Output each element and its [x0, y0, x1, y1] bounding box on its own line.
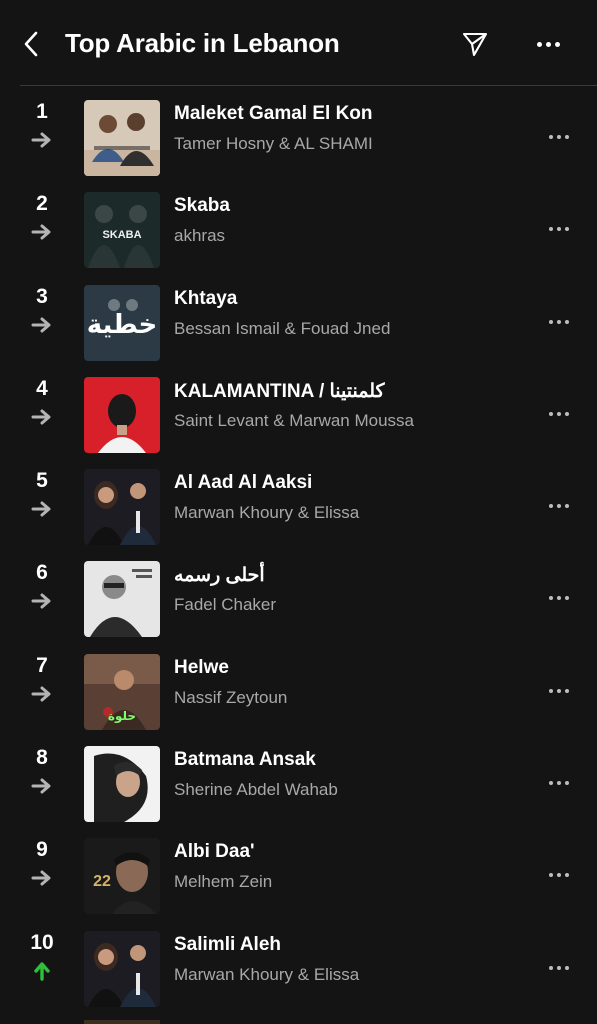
more-horizontal-icon	[549, 688, 569, 693]
album-art	[84, 746, 160, 823]
album-art	[84, 561, 160, 638]
arrow-right-icon	[30, 867, 54, 889]
album-art-text: SKABA	[102, 229, 141, 241]
track-more-button[interactable]	[538, 214, 580, 244]
track-row[interactable]: 5 Al Aad Al Aaksi Marwan Khoury & Elissa	[0, 461, 597, 553]
rank-number: 3	[36, 284, 48, 308]
more-horizontal-icon	[549, 227, 569, 232]
album-art: 22	[84, 838, 160, 915]
arrow-up-icon	[30, 960, 54, 982]
track-row[interactable]: 9 22 Albi Daa' Melhem Zein	[0, 830, 597, 922]
album-art	[84, 930, 160, 1007]
track-row[interactable]: 1 Maleket Gamal El Kon Tamer Hosny & AL …	[0, 92, 597, 184]
track-more-button[interactable]	[538, 583, 580, 613]
rank-number: 9	[36, 838, 48, 862]
album-art-text: خطية	[87, 310, 157, 340]
track-more-button[interactable]	[538, 953, 580, 983]
more-horizontal-icon	[549, 965, 569, 970]
track-row[interactable]: 2 SKABA Skaba akhras	[0, 184, 597, 276]
rank-number: 6	[36, 561, 48, 585]
track-artist: Saint Levant & Marwan Moussa	[174, 410, 415, 430]
arrow-right-icon	[30, 498, 54, 520]
share-button[interactable]	[458, 28, 492, 60]
arrow-right-icon	[30, 314, 54, 336]
track-artist: Tamer Hosny & AL SHAMI	[174, 134, 373, 153]
track-row[interactable]: 10 Salimli Aleh Marwan Khoury & Elissa	[0, 923, 597, 1015]
more-horizontal-icon	[549, 319, 569, 324]
track-more-button[interactable]	[538, 768, 580, 798]
track-artist: Bessan Ismail & Fouad Jned	[174, 318, 391, 338]
more-horizontal-icon	[549, 596, 569, 601]
track-title: Khtaya	[174, 287, 238, 309]
track-title: Albi Daa'	[174, 841, 255, 863]
arrow-right-icon	[30, 406, 54, 428]
track-list: 1 Maleket Gamal El Kon Tamer Hosny & AL …	[0, 92, 597, 1015]
track-artist: Melhem Zein	[174, 872, 273, 892]
track-row[interactable]: 8 Batmana Ansak Sherine Abdel Wahab	[0, 738, 597, 830]
track-more-button[interactable]	[538, 122, 580, 152]
album-art: حلوة	[84, 653, 160, 730]
track-title: Al Aad Al Aaksi	[174, 472, 313, 494]
track-row[interactable]: 3 خطية Khtaya Bessan Ismail & Fouad Jned	[0, 277, 597, 369]
header: Top Arabic in Lebanon	[0, 0, 597, 86]
album-art-text: 22	[93, 873, 111, 890]
track-row[interactable]: 6 أحلى رسمه Fadel Chaker	[0, 553, 597, 645]
album-art-text: حلوة	[108, 709, 136, 724]
rank-number: 5	[36, 469, 48, 493]
track-more-button[interactable]	[538, 491, 580, 521]
more-options-button[interactable]	[530, 28, 566, 60]
track-title: أحلى رسمه	[174, 565, 265, 587]
album-art	[84, 100, 160, 176]
more-horizontal-icon	[549, 135, 569, 139]
track-title: Salimli Aleh	[174, 933, 281, 955]
paper-plane-icon	[462, 32, 488, 57]
rank-number: 7	[36, 653, 48, 677]
track-artist: akhras	[174, 226, 226, 246]
back-button[interactable]	[16, 28, 46, 60]
rank-number: 2	[36, 192, 48, 216]
track-title: Skaba	[174, 195, 230, 217]
arrow-right-icon	[30, 683, 54, 705]
track-title: Helwe	[174, 656, 229, 678]
album-art	[84, 376, 160, 453]
next-album-art-peek	[84, 1020, 160, 1024]
rank-number: 8	[36, 746, 48, 770]
arrow-right-icon	[30, 129, 54, 151]
track-title: Maleket Gamal El Kon	[174, 103, 373, 124]
arrow-right-icon	[30, 590, 54, 612]
track-artist: Nassif Zeytoun	[174, 687, 288, 707]
arrow-right-icon	[30, 775, 54, 797]
track-more-button[interactable]	[538, 860, 580, 890]
track-artist: Marwan Khoury & Elissa	[174, 964, 360, 984]
more-horizontal-icon	[549, 873, 569, 878]
track-row[interactable]: 4 KALAMANTINA / كلمنتينا Saint Levant & …	[0, 369, 597, 461]
track-artist: Marwan Khoury & Elissa	[174, 503, 360, 523]
album-art: خطية	[84, 284, 160, 361]
page-title: Top Arabic in Lebanon	[65, 28, 340, 58]
track-artist: Fadel Chaker	[174, 595, 277, 615]
arrow-right-icon	[30, 221, 54, 243]
divider	[20, 85, 597, 86]
rank-number: 1	[36, 100, 48, 123]
more-horizontal-icon	[536, 41, 560, 47]
track-more-button[interactable]	[538, 399, 580, 429]
chevron-left-icon	[24, 31, 38, 57]
album-art: SKABA	[84, 192, 160, 269]
album-art	[84, 469, 160, 546]
track-title: Batmana Ansak	[174, 749, 316, 771]
track-artist: Sherine Abdel Wahab	[174, 780, 338, 800]
track-row[interactable]: 7 حلوة Helwe Nassif Zeytoun	[0, 646, 597, 738]
rank-number: 10	[30, 930, 54, 954]
rank-number: 4	[36, 376, 48, 400]
more-horizontal-icon	[549, 781, 569, 786]
track-title: KALAMANTINA / كلمنتينا	[174, 380, 385, 402]
more-horizontal-icon	[549, 504, 569, 509]
track-more-button[interactable]	[538, 307, 580, 337]
more-horizontal-icon	[549, 411, 569, 416]
track-more-button[interactable]	[538, 676, 580, 706]
